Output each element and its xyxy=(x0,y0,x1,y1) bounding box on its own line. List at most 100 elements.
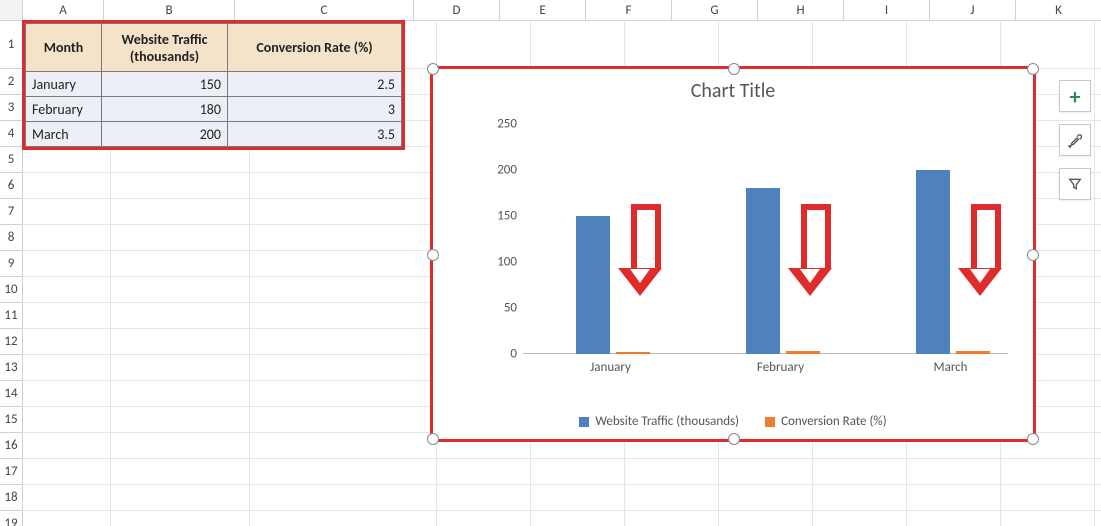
cell[interactable] xyxy=(22,511,111,526)
cell[interactable] xyxy=(531,485,625,511)
table-row[interactable]: February 180 3 xyxy=(26,97,402,122)
cell-month[interactable]: February xyxy=(26,97,102,122)
cell-month[interactable]: March xyxy=(26,122,102,147)
cell[interactable] xyxy=(437,511,531,526)
cell[interactable] xyxy=(625,459,719,485)
cell[interactable] xyxy=(250,251,437,277)
col-header-F[interactable]: F xyxy=(586,0,672,21)
cell[interactable] xyxy=(250,459,437,485)
table-row[interactable]: March 200 3.5 xyxy=(26,122,402,147)
cell[interactable] xyxy=(111,355,250,381)
col-header-E[interactable]: E xyxy=(500,0,586,21)
chart-elements-button[interactable]: + xyxy=(1059,80,1091,112)
cell[interactable] xyxy=(111,459,250,485)
cell[interactable] xyxy=(719,485,813,511)
cell[interactable] xyxy=(1095,69,1101,95)
cell-traffic[interactable]: 200 xyxy=(102,122,228,147)
col-header-J[interactable]: J xyxy=(930,0,1016,21)
cell[interactable] xyxy=(250,225,437,251)
cell[interactable] xyxy=(250,381,437,407)
resize-handle[interactable] xyxy=(728,63,740,75)
cell[interactable] xyxy=(1095,225,1101,251)
cell[interactable] xyxy=(1095,303,1101,329)
row-header-18[interactable]: 18 xyxy=(0,485,23,511)
cell[interactable] xyxy=(22,277,111,303)
row-header-17[interactable]: 17 xyxy=(0,459,23,485)
select-all-corner[interactable] xyxy=(0,0,23,21)
cell[interactable] xyxy=(250,277,437,303)
cell[interactable] xyxy=(111,147,250,173)
cell[interactable] xyxy=(250,303,437,329)
cell[interactable] xyxy=(250,433,437,459)
cell[interactable] xyxy=(22,355,111,381)
table-row[interactable]: January 150 2.5 xyxy=(26,72,402,97)
cell[interactable] xyxy=(111,433,250,459)
cell[interactable] xyxy=(250,511,437,526)
cell[interactable] xyxy=(907,485,1001,511)
cell[interactable] xyxy=(625,20,719,69)
bar-series2[interactable] xyxy=(786,351,820,354)
row-header-1[interactable]: 1 xyxy=(0,20,23,69)
cell[interactable] xyxy=(1095,199,1101,225)
cell[interactable] xyxy=(22,225,111,251)
cell[interactable] xyxy=(111,173,250,199)
row-header-14[interactable]: 14 xyxy=(0,381,23,407)
cell[interactable] xyxy=(22,407,111,433)
embedded-chart[interactable]: Chart Title 0 50 100 150 200 250 January… xyxy=(430,66,1036,442)
cell[interactable] xyxy=(719,511,813,526)
cell[interactable] xyxy=(437,459,531,485)
col-header-A[interactable]: A xyxy=(23,0,104,21)
resize-handle[interactable] xyxy=(1027,63,1039,75)
row-header-10[interactable]: 10 xyxy=(0,277,23,303)
resize-handle[interactable] xyxy=(1027,433,1039,445)
cell[interactable] xyxy=(719,20,813,69)
cell[interactable] xyxy=(1095,329,1101,355)
cell-traffic[interactable]: 150 xyxy=(102,72,228,97)
cell-conv[interactable]: 3.5 xyxy=(228,122,402,147)
cell[interactable] xyxy=(1095,147,1101,173)
cell[interactable] xyxy=(1095,407,1101,433)
row-header-7[interactable]: 7 xyxy=(0,199,23,225)
cell[interactable] xyxy=(111,485,250,511)
cell[interactable] xyxy=(250,147,437,173)
cell[interactable] xyxy=(111,199,250,225)
col-header-K[interactable]: K xyxy=(1016,0,1101,21)
col-header-C[interactable]: C xyxy=(235,0,414,21)
cell[interactable] xyxy=(111,225,250,251)
cell[interactable] xyxy=(1095,459,1101,485)
cell[interactable] xyxy=(1001,459,1095,485)
row-header-9[interactable]: 9 xyxy=(0,251,23,277)
cell[interactable] xyxy=(250,485,437,511)
cell[interactable] xyxy=(22,251,111,277)
cell[interactable] xyxy=(111,277,250,303)
cell-conv[interactable]: 2.5 xyxy=(228,72,402,97)
col-header-B[interactable]: B xyxy=(104,0,235,21)
cell[interactable] xyxy=(1095,355,1101,381)
bar-series1[interactable] xyxy=(576,216,610,354)
resize-handle[interactable] xyxy=(427,249,439,261)
cell[interactable] xyxy=(1001,20,1095,69)
data-table[interactable]: Month Website Traffic (thousands) Conver… xyxy=(25,23,402,147)
row-header-15[interactable]: 15 xyxy=(0,407,23,433)
cell[interactable] xyxy=(1095,251,1101,277)
cell[interactable] xyxy=(1095,511,1101,526)
col-header-I[interactable]: I xyxy=(844,0,930,21)
cell[interactable] xyxy=(907,459,1001,485)
legend-item[interactable]: Conversion Rate (%) xyxy=(765,414,887,429)
cell[interactable] xyxy=(1095,95,1101,121)
resize-handle[interactable] xyxy=(728,433,740,445)
cell[interactable] xyxy=(625,511,719,526)
cell[interactable] xyxy=(22,485,111,511)
cell[interactable] xyxy=(531,459,625,485)
row-header-12[interactable]: 12 xyxy=(0,329,23,355)
cell[interactable] xyxy=(1095,433,1101,459)
chart-filters-button[interactable] xyxy=(1059,168,1091,200)
col-header-G[interactable]: G xyxy=(672,0,758,21)
cell[interactable] xyxy=(813,485,907,511)
cell[interactable] xyxy=(719,459,813,485)
cell[interactable] xyxy=(1001,511,1095,526)
resize-handle[interactable] xyxy=(427,63,439,75)
chart-legend[interactable]: Website Traffic (thousands) Conversion R… xyxy=(433,414,1033,429)
cell[interactable] xyxy=(437,20,531,69)
cell[interactable] xyxy=(22,147,111,173)
